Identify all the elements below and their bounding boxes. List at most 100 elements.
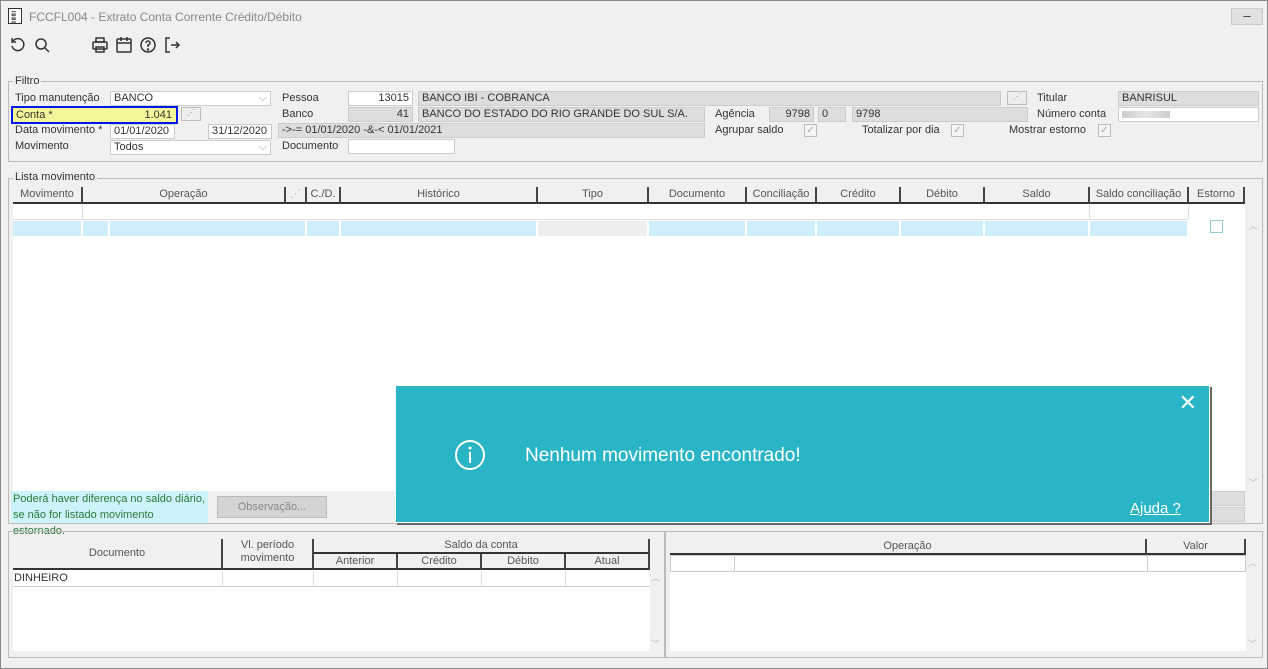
conta-lookup-button[interactable]: ⋰: [181, 107, 201, 121]
grid-cell[interactable]: [747, 204, 817, 220]
column-header[interactable]: Conciliação: [747, 187, 817, 204]
scroll-down-icon[interactable]: ﹀: [651, 637, 660, 650]
agencia-code: 9798: [769, 107, 814, 122]
col-anterior: Anterior: [314, 554, 398, 570]
grid-cell[interactable]: [817, 221, 901, 236]
column-options-icon[interactable]: ⋰: [286, 187, 307, 204]
titular-label: Titular: [1037, 92, 1068, 104]
estorno-checkbox[interactable]: [1210, 220, 1223, 233]
totalizar-label: Totalizar por dia: [862, 124, 940, 136]
column-header[interactable]: Histórico: [341, 187, 538, 204]
documento-label: Documento: [282, 140, 339, 152]
grid-cell[interactable]: [649, 221, 747, 236]
grid-cell[interactable]: [901, 221, 985, 236]
mostrar-estorno-checkbox[interactable]: ✓: [1098, 124, 1111, 137]
conta-label: Conta *: [16, 109, 53, 121]
print-icon[interactable]: [91, 36, 109, 54]
tipo-manutencao-label: Tipo manutenção: [15, 92, 100, 104]
conta-field[interactable]: Conta * 1.041: [11, 106, 178, 124]
agencia-name: 9798: [852, 107, 1028, 122]
conta-value: 1.041: [144, 109, 172, 121]
scroll-up-icon[interactable]: ︿: [651, 571, 660, 584]
column-header[interactable]: Saldo: [985, 187, 1090, 204]
grid-cell[interactable]: [901, 204, 985, 220]
scroll-down-icon[interactable]: ﹀: [1248, 637, 1257, 650]
table-row[interactable]: DINHEIRO: [13, 570, 650, 587]
pessoa-code-input[interactable]: 13015: [348, 91, 413, 106]
search-icon[interactable]: [33, 36, 51, 54]
grid-cell[interactable]: [817, 204, 901, 220]
totalizar-checkbox[interactable]: ✓: [951, 124, 964, 137]
refresh-icon[interactable]: [9, 36, 27, 54]
agrupar-saldo-checkbox[interactable]: ✓: [804, 124, 817, 137]
grid-cell[interactable]: [341, 221, 538, 236]
mostrar-estorno-label: Mostrar estorno: [1009, 124, 1087, 136]
grid-scrollbar[interactable]: ︿ ﹀: [1245, 219, 1261, 489]
banco-name: BANCO DO ESTADO DO RIO GRANDE DO SUL S/A…: [418, 107, 705, 122]
column-header[interactable]: Operação: [83, 187, 286, 204]
calendar-icon[interactable]: [115, 36, 133, 54]
chevron-down-icon: ⌵: [258, 141, 267, 153]
data-inicio-input[interactable]: 01/01/2020: [110, 124, 175, 139]
scroll-down-icon[interactable]: ﹀: [1245, 476, 1261, 489]
help-icon[interactable]: [139, 36, 157, 54]
chevron-down-icon: ⌵: [258, 92, 267, 104]
grid-cell[interactable]: [307, 221, 341, 236]
grid-cell[interactable]: [341, 204, 538, 220]
total-field: [1209, 507, 1245, 522]
agencia-digit: 0: [818, 107, 846, 122]
blurred-value: [1122, 111, 1170, 118]
grid-cell[interactable]: [649, 204, 747, 220]
grid-cell[interactable]: [13, 204, 83, 220]
grid-cell[interactable]: [985, 204, 1090, 220]
notification-toast: ✕ Nenhum movimento encontrado! Ajuda ?: [395, 385, 1210, 523]
grid-cell[interactable]: [83, 221, 110, 236]
grid-cell[interactable]: [538, 204, 649, 220]
movimento-select[interactable]: Todos ⌵: [110, 140, 271, 155]
column-header[interactable]: Crédito: [817, 187, 901, 204]
window-title: FCCFL004 - Extrato Conta Corrente Crédit…: [29, 10, 302, 24]
data-fim-input[interactable]: 31/12/2020: [208, 124, 272, 139]
document-icon: ≡ ≡ ≡: [8, 8, 22, 26]
grid-cell[interactable]: [1090, 221, 1189, 236]
scroll-up-icon[interactable]: ︿: [1248, 556, 1257, 569]
pessoa-lookup-button[interactable]: ⋰: [1007, 91, 1027, 105]
close-icon[interactable]: ✕: [1179, 392, 1197, 414]
column-header[interactable]: Estorno: [1189, 187, 1245, 204]
grid-cell[interactable]: [747, 221, 817, 236]
column-header[interactable]: Tipo: [538, 187, 649, 204]
column-header[interactable]: Documento: [649, 187, 747, 204]
grid-cell[interactable]: [110, 221, 307, 236]
grid-cell[interactable]: [985, 221, 1090, 236]
col-saldo-conta: Saldo da conta: [314, 539, 650, 554]
agrupar-saldo-label: Agrupar saldo: [715, 124, 784, 136]
movimento-label: Movimento: [15, 140, 69, 152]
tipo-manutencao-value: BANCO: [114, 92, 154, 104]
observacao-button[interactable]: Observação...: [217, 496, 327, 518]
tipo-manutencao-select[interactable]: BANCO ⌵: [110, 91, 271, 106]
banco-label: Banco: [282, 108, 314, 120]
table-row[interactable]: [670, 555, 1246, 572]
grid-cell[interactable]: [1090, 204, 1189, 220]
filtro-legend: Filtro: [13, 75, 42, 87]
column-header[interactable]: Débito: [901, 187, 985, 204]
exit-icon[interactable]: [163, 36, 181, 54]
column-header[interactable]: Movimento: [13, 187, 83, 204]
column-header[interactable]: C./D.: [307, 187, 341, 204]
minimize-button[interactable]: –: [1231, 8, 1263, 25]
grid-cell[interactable]: [13, 221, 83, 236]
grid-cell[interactable]: [286, 204, 307, 220]
info-icon: [455, 440, 485, 470]
col-debito: Débito: [482, 554, 566, 570]
grid-cell[interactable]: [83, 204, 286, 220]
grid-cell[interactable]: [307, 204, 341, 220]
numero-conta-input[interactable]: [1118, 107, 1259, 122]
periodo-expression: ->-= 01/01/2020 -&-< 01/01/2021: [278, 123, 705, 138]
documento-input[interactable]: [348, 139, 455, 154]
resumo-grid: Documento Vl. período movimento Saldo da…: [13, 539, 650, 651]
grid-cell[interactable]: [538, 221, 649, 236]
saldo-note: Poderá haver diferença no saldo diário, s…: [11, 491, 208, 537]
column-header[interactable]: Saldo conciliação: [1090, 187, 1189, 204]
help-link[interactable]: Ajuda ?: [1130, 500, 1181, 517]
scroll-up-icon[interactable]: ︿: [1245, 219, 1261, 232]
